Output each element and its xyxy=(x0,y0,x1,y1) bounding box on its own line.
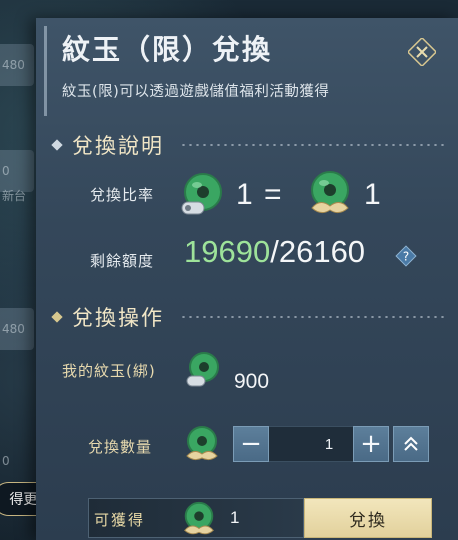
background-chip: 新台 xyxy=(0,180,34,210)
operation-section-title: 兌換操作 xyxy=(72,306,164,330)
dialog-title: 紋玉（限）兌換 xyxy=(62,33,273,66)
operation-section-header: 兌換操作 xyxy=(50,302,444,332)
jade-coin-icon xyxy=(186,352,219,387)
owned-label: 我的紋玉(綁) xyxy=(62,362,156,380)
help-icon[interactable]: ? xyxy=(394,244,418,268)
rate-right-value: 1 xyxy=(364,178,381,211)
plus-icon: + xyxy=(360,429,382,459)
max-quantity-button[interactable] xyxy=(393,426,429,462)
quota-label: 剩餘額度 xyxy=(90,252,155,270)
diamond-bullet-icon xyxy=(51,311,63,323)
rate-left-value: 1 xyxy=(236,178,253,211)
quota-current: 19690 xyxy=(184,234,271,269)
exchange-button[interactable]: 兌換 xyxy=(304,498,432,538)
background-chip-text: 480 xyxy=(2,58,25,72)
quantity-label: 兌換數量 xyxy=(88,438,153,456)
jade-coin-icon xyxy=(181,173,222,215)
minus-icon: − xyxy=(240,429,262,459)
section-divider xyxy=(180,144,444,146)
background-chip-text: 0 xyxy=(2,454,10,468)
diamond-bullet-icon xyxy=(51,139,63,151)
background-chip-text: 0 xyxy=(2,164,10,178)
background-chip: 0 xyxy=(0,440,34,482)
dialog-subtitle: 紋玉(限)可以透過遊戲儲值福利活動獲得 xyxy=(62,84,330,100)
background-chip-text: 新台 xyxy=(2,188,27,203)
rate-section-title: 兌換說明 xyxy=(72,134,164,158)
increase-quantity-button[interactable]: + xyxy=(353,426,389,462)
background-chip-text: 480 xyxy=(2,322,25,336)
chevron-up-icon xyxy=(404,436,418,451)
quota-total: 26160 xyxy=(278,234,366,269)
rate-label: 兌換比率 xyxy=(90,186,155,204)
quota-value: 19690/26160 xyxy=(184,234,365,270)
background-chip: 480 xyxy=(0,44,34,86)
rate-section-header: 兌換說明 xyxy=(50,130,444,160)
obtain-value: 1 xyxy=(230,508,240,527)
jade-coin-icon xyxy=(186,426,218,461)
rate-equals-sign: = xyxy=(264,178,282,211)
decrease-quantity-button[interactable]: − xyxy=(233,426,269,462)
exchange-button-label: 兌換 xyxy=(349,510,387,531)
owned-value: 900 xyxy=(234,370,270,393)
quota-separator: / xyxy=(270,234,279,269)
background-chip: 480 xyxy=(0,308,34,350)
section-divider xyxy=(180,316,444,318)
jade-coin-icon xyxy=(184,501,214,535)
svg-text:?: ? xyxy=(403,250,409,264)
obtain-label: 可獲得 xyxy=(94,511,146,529)
jade-coin-icon xyxy=(311,171,349,214)
exchange-dialog: 紋玉（限）兌換 紋玉(限)可以透過遊戲儲值福利活動獲得 兌換說明 兌換比率 1 … xyxy=(36,18,458,540)
close-icon[interactable] xyxy=(408,38,436,66)
